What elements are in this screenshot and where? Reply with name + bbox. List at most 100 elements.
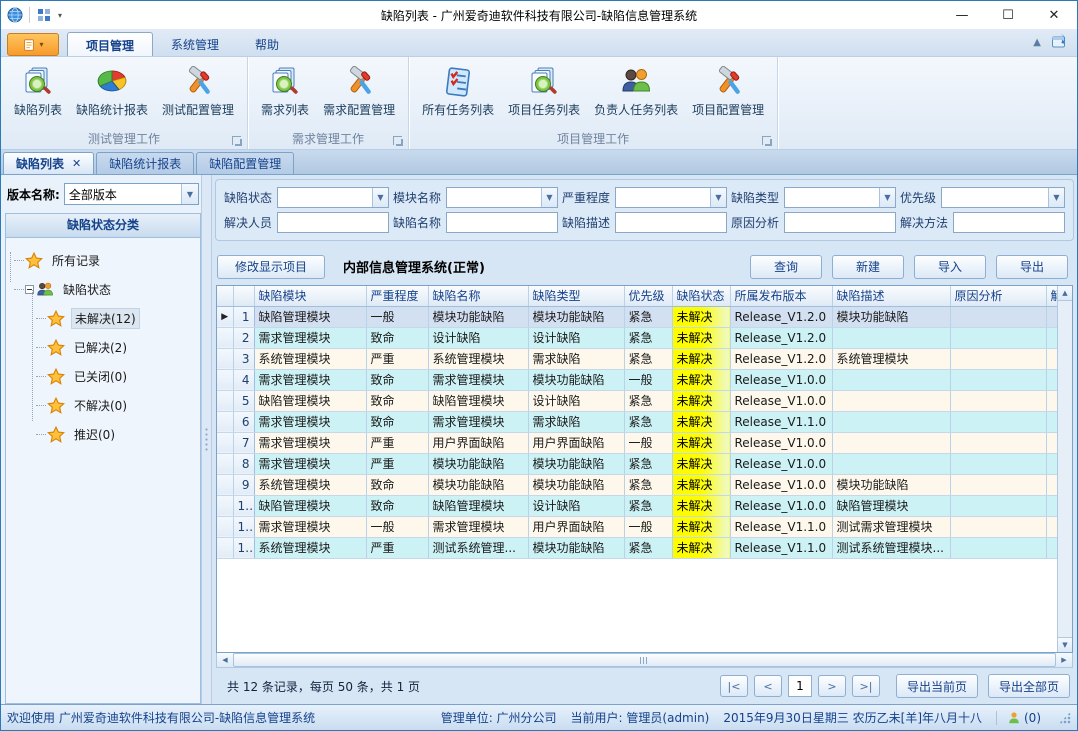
menu-tab-2[interactable]: 帮助 [237,32,297,56]
horizontal-scrollbar[interactable]: ◀ ▶ [216,653,1073,668]
cell-缺陷模块[interactable]: 缺陷管理模块 [254,306,366,327]
resize-grip[interactable] [1059,712,1071,724]
cell-缺陷模块[interactable]: 需求管理模块 [254,369,366,390]
cell-缺陷状态[interactable]: 未解决 [672,432,730,453]
version-combo[interactable]: 全部版本 ▼ [64,183,199,205]
vertical-scrollbar[interactable]: ▲ ▼ [1057,286,1072,652]
cell-缺陷类型[interactable]: 设计缺陷 [528,495,624,516]
ribbon-button[interactable]: 项目任务列表 [501,61,587,121]
cell-缺陷名称[interactable]: 用户界面缺陷 [428,432,528,453]
cell-严重程度[interactable]: 致命 [366,369,428,390]
tree-item-1[interactable]: 缺陷状态 [14,275,198,304]
ribbon-button[interactable]: 负责人任务列表 [587,61,685,121]
column-header-缺陷名称[interactable]: 缺陷名称 [428,286,528,306]
cell-缺陷描述[interactable] [832,432,950,453]
column-header-优先级[interactable]: 优先级 [624,286,672,306]
ribbon-button[interactable]: 缺陷列表 [7,61,69,121]
cell-缺陷名称[interactable]: 模块功能缺陷 [428,306,528,327]
table-row[interactable]: ▶1缺陷管理模块一般模块功能缺陷模块功能缺陷紧急未解决Release_V1.2.… [217,306,1073,327]
ribbon-button[interactable]: 需求列表 [254,61,316,121]
cell-原因分析[interactable] [950,474,1046,495]
cell-缺陷状态[interactable]: 未解决 [672,453,730,474]
cell-原因分析[interactable] [950,369,1046,390]
minimize-button[interactable]: — [939,2,985,29]
quick-access-icon[interactable] [36,7,52,23]
table-row[interactable]: 5缺陷管理模块致命缺陷管理模块设计缺陷紧急未解决Release_V1.0.0 [217,390,1073,411]
tree-item-6[interactable]: 推迟(0) [14,420,198,449]
ribbon-button[interactable]: 所有任务列表 [415,61,501,121]
cell-缺陷名称[interactable]: 缺陷管理模块 [428,390,528,411]
cell-严重程度[interactable]: 一般 [366,516,428,537]
cell-优先级[interactable]: 一般 [624,432,672,453]
cell-严重程度[interactable]: 严重 [366,432,428,453]
tree-item-4[interactable]: 已关闭(0) [14,362,198,391]
cell-原因分析[interactable] [950,348,1046,369]
action-button-导出[interactable]: 导出 [996,255,1068,279]
table-row[interactable]: 6需求管理模块致命需求管理模块需求缺陷紧急未解决Release_V1.1.0 [217,411,1073,432]
cell-原因分析[interactable] [950,306,1046,327]
filter-combo-缺陷状态[interactable]: ▼ [277,187,389,208]
cell-原因分析[interactable] [950,432,1046,453]
cell-原因分析[interactable] [950,453,1046,474]
hscroll-thumb[interactable] [233,653,1056,667]
combo-dropdown-icon[interactable]: ▼ [181,184,198,204]
column-header-缺陷模块[interactable]: 缺陷模块 [254,286,366,306]
application-menu-button[interactable]: ▾ [7,33,59,56]
cell-缺陷名称[interactable]: 模块功能缺陷 [428,474,528,495]
filter-input-原因分析[interactable] [784,212,896,233]
combo-dropdown-icon[interactable]: ▼ [879,188,895,207]
cell-严重程度[interactable]: 致命 [366,474,428,495]
export-current-page-button[interactable]: 导出当前页 [896,674,978,698]
doc-tab-2[interactable]: 缺陷配置管理 [196,152,294,174]
cell-缺陷类型[interactable]: 需求缺陷 [528,411,624,432]
cell-所属发布版本[interactable]: Release_V1.0.0 [730,390,832,411]
cell-缺陷名称[interactable]: 设计缺陷 [428,327,528,348]
column-header-缺陷描述[interactable]: 缺陷描述 [832,286,950,306]
cell-缺陷描述[interactable]: 模块功能缺陷 [832,474,950,495]
cell-缺陷状态[interactable]: 未解决 [672,495,730,516]
scroll-right-icon[interactable]: ▶ [1056,653,1072,667]
ribbon-button[interactable]: 缺陷统计报表 [69,61,155,121]
cell-优先级[interactable]: 紧急 [624,390,672,411]
cell-严重程度[interactable]: 严重 [366,453,428,474]
cell-优先级[interactable]: 一般 [624,369,672,390]
modify-columns-button[interactable]: 修改显示项目 [217,255,325,279]
cell-优先级[interactable]: 紧急 [624,474,672,495]
cell-缺陷名称[interactable]: 需求管理模块 [428,411,528,432]
ribbon-button[interactable]: 测试配置管理 [155,61,241,121]
cell-原因分析[interactable] [950,516,1046,537]
dialog-launcher-icon[interactable] [393,136,402,145]
filter-input-缺陷描述[interactable] [615,212,727,233]
cell-缺陷类型[interactable]: 用户界面缺陷 [528,432,624,453]
cell-缺陷描述[interactable]: 模块功能缺陷 [832,306,950,327]
cell-严重程度[interactable]: 致命 [366,327,428,348]
column-header-原因分析[interactable]: 原因分析 [950,286,1046,306]
cell-缺陷类型[interactable]: 模块功能缺陷 [528,474,624,495]
cell-缺陷描述[interactable] [832,390,950,411]
cell-缺陷模块[interactable]: 系统管理模块 [254,537,366,558]
cell-所属发布版本[interactable]: Release_V1.0.0 [730,495,832,516]
cell-缺陷描述[interactable]: 测试系统管理模块... [832,537,950,558]
action-button-新建[interactable]: 新建 [832,255,904,279]
filter-input-缺陷名称[interactable] [446,212,558,233]
cell-缺陷名称[interactable]: 缺陷管理模块 [428,495,528,516]
cell-所属发布版本[interactable]: Release_V1.0.0 [730,453,832,474]
cell-缺陷类型[interactable]: 用户界面缺陷 [528,516,624,537]
cell-严重程度[interactable]: 致命 [366,411,428,432]
defect-table[interactable]: 缺陷模块严重程度缺陷名称缺陷类型优先级缺陷状态所属发布版本缺陷描述原因分析解决方… [217,286,1073,559]
action-button-导入[interactable]: 导入 [914,255,986,279]
cell-缺陷模块[interactable]: 需求管理模块 [254,453,366,474]
cell-优先级[interactable]: 紧急 [624,537,672,558]
cell-缺陷状态[interactable]: 未解决 [672,327,730,348]
cell-原因分析[interactable] [950,537,1046,558]
close-tab-icon[interactable]: ✕ [72,157,81,170]
cell-缺陷模块[interactable]: 系统管理模块 [254,474,366,495]
cell-原因分析[interactable] [950,411,1046,432]
cell-缺陷名称[interactable]: 系统管理模块 [428,348,528,369]
cell-优先级[interactable]: 紧急 [624,327,672,348]
cell-优先级[interactable]: 紧急 [624,411,672,432]
menu-tab-0[interactable]: 项目管理 [67,32,153,56]
doc-tab-0[interactable]: 缺陷列表✕ [3,152,94,174]
cell-缺陷类型[interactable]: 模块功能缺陷 [528,537,624,558]
scroll-left-icon[interactable]: ◀ [217,653,233,667]
